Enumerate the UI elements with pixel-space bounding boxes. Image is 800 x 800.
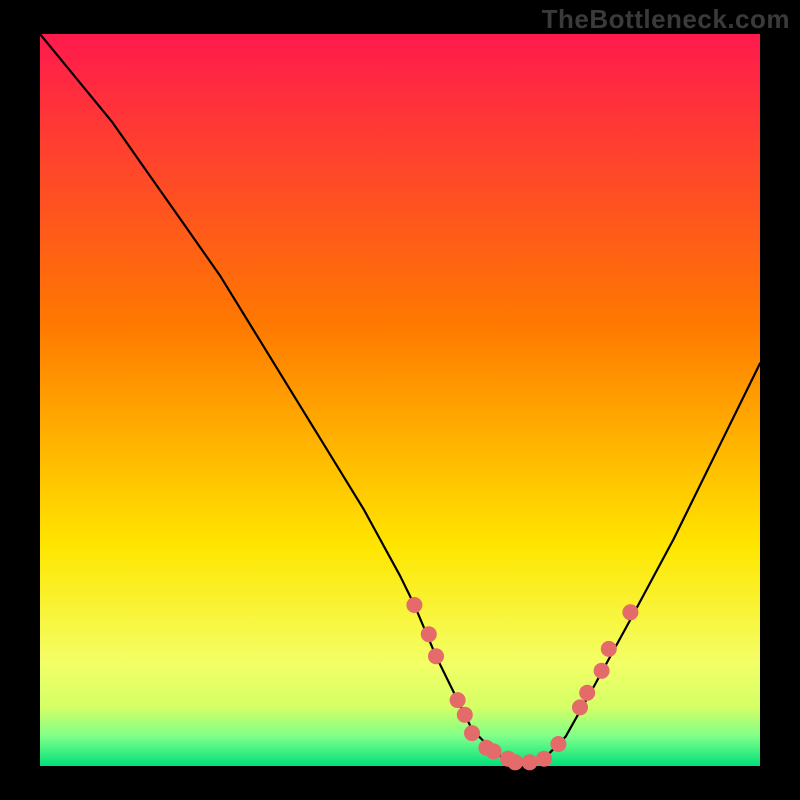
highlight-point <box>594 663 610 679</box>
highlight-point <box>421 626 437 642</box>
highlight-point <box>428 648 444 664</box>
highlight-point <box>450 692 466 708</box>
watermark-text: TheBottleneck.com <box>542 4 790 35</box>
highlight-point <box>622 604 638 620</box>
highlight-point <box>406 597 422 613</box>
highlight-point <box>464 725 480 741</box>
highlight-point <box>507 754 523 770</box>
plot-area <box>40 34 760 766</box>
chart-container: TheBottleneck.com <box>0 0 800 800</box>
highlight-point <box>522 754 538 770</box>
highlight-point <box>550 736 566 752</box>
highlight-point <box>572 699 588 715</box>
bottleneck-chart <box>0 0 800 800</box>
highlight-point <box>457 707 473 723</box>
highlight-point <box>536 751 552 767</box>
highlight-point <box>579 685 595 701</box>
highlight-point <box>601 641 617 657</box>
highlight-point <box>486 743 502 759</box>
